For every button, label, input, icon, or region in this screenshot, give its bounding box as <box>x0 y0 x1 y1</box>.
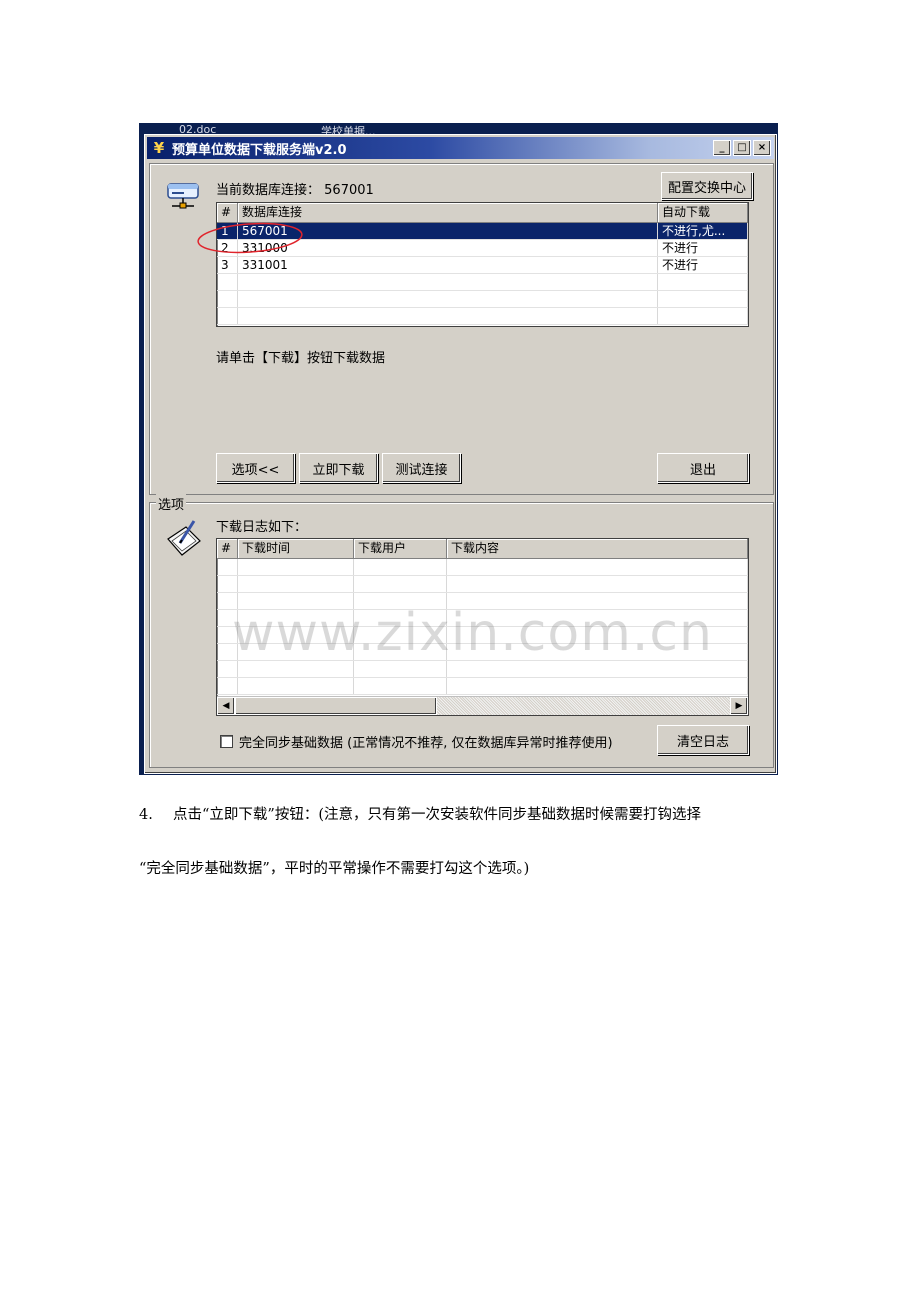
pen-paper-icon <box>167 520 201 556</box>
instruction-paragraph-1: 4. 点击“立即下载”按钮：(注意，只有第一次安装软件同步基础数据时候需要打钩选择 <box>139 803 701 824</box>
config-exchange-center-button[interactable]: 配置交换中心 <box>661 172 753 200</box>
scrollbar-track[interactable] <box>437 697 730 715</box>
database-icon <box>167 183 199 209</box>
screenshot-frame: 02.doc 学校单据... ¥ 预算单位数据下载服务端v2.0 _ □ × 当… <box>139 123 778 775</box>
row-auto-download: 不进行 <box>658 257 748 273</box>
empty-row <box>217 576 748 593</box>
empty-row <box>217 308 748 325</box>
column-header-download-user: 下载用户 <box>354 539 447 558</box>
options-button[interactable]: 选项<< <box>216 453 295 483</box>
app-icon: ¥ <box>153 139 165 157</box>
empty-row <box>217 593 748 610</box>
db-connection-table[interactable]: # 数据库连接 自动下载 1 567001 不进行,尤... 2 331000 … <box>216 202 749 327</box>
download-log-table[interactable]: # 下载时间 下载用户 下载内容 ◀ ▶ <box>216 538 749 716</box>
arrow-right-icon[interactable]: ▶ <box>730 697 748 715</box>
table-row[interactable]: 3 331001 不进行 <box>217 257 748 274</box>
db-table-header: # 数据库连接 自动下载 <box>217 203 748 223</box>
download-now-button[interactable]: 立即下载 <box>299 453 378 483</box>
row-connection: 567001 <box>238 223 658 239</box>
connection-panel: 当前数据库连接： 567001 配置交换中心 # 数据库连接 自动下载 1 56… <box>149 163 774 495</box>
options-group-title: 选项 <box>156 494 187 513</box>
horizontal-scrollbar[interactable]: ◀ ▶ <box>217 696 748 715</box>
current-connection-value: 567001 <box>324 183 374 198</box>
maximize-icon[interactable]: □ <box>733 140 751 156</box>
column-header-download-time: 下载时间 <box>238 539 354 558</box>
step-number: 4. <box>139 807 153 823</box>
exit-button[interactable]: 退出 <box>657 453 749 483</box>
column-header-num: # <box>217 203 238 222</box>
table-row[interactable]: 2 331000 不进行 <box>217 240 748 257</box>
row-connection: 331001 <box>238 257 658 273</box>
close-icon[interactable]: × <box>753 140 771 156</box>
table-row[interactable]: 1 567001 不进行,尤... <box>217 223 748 240</box>
row-auto-download: 不进行 <box>658 240 748 256</box>
row-number: 1 <box>217 223 238 239</box>
options-group: 选项 下载日志如下： # 下载时间 下载用户 下载内容 ◀ ▶ 完全同步基础数据… <box>149 494 774 768</box>
column-header-auto-download: 自动下载 <box>658 203 748 222</box>
log-table-header: # 下载时间 下载用户 下载内容 <box>217 539 748 559</box>
arrow-left-icon[interactable]: ◀ <box>217 697 235 715</box>
empty-row <box>217 291 748 308</box>
full-sync-option[interactable]: 完全同步基础数据 (正常情况不推荐, 仅在数据库异常时推荐使用) <box>220 732 613 751</box>
scrollbar-thumb[interactable] <box>235 697 437 715</box>
window-title: 预算单位数据下载服务端v2.0 <box>172 142 347 158</box>
instruction-text-1: 点击“立即下载”按钮：(注意，只有第一次安装软件同步基础数据时候需要打钩选择 <box>173 807 701 823</box>
title-bar[interactable]: ¥ 预算单位数据下载服务端v2.0 _ □ × <box>147 137 774 159</box>
empty-row <box>217 678 748 695</box>
clear-log-button[interactable]: 清空日志 <box>657 725 749 755</box>
app-window: ¥ 预算单位数据下载服务端v2.0 _ □ × 当前数据库连接： 567001 … <box>144 134 777 774</box>
window-controls: _ □ × <box>713 140 771 156</box>
download-hint: 请单击【下载】按钮下载数据 <box>216 351 386 366</box>
empty-row <box>217 644 748 661</box>
row-number: 2 <box>217 240 238 256</box>
row-connection: 331000 <box>238 240 658 256</box>
empty-row <box>217 559 748 576</box>
row-auto-download: 不进行,尤... <box>658 223 748 239</box>
column-header-num: # <box>217 539 238 558</box>
full-sync-label: 完全同步基础数据 (正常情况不推荐, 仅在数据库异常时推荐使用) <box>239 736 613 751</box>
test-connection-button[interactable]: 测试连接 <box>382 453 461 483</box>
column-header-download-content: 下载内容 <box>447 539 748 558</box>
empty-row <box>217 627 748 644</box>
empty-row <box>217 661 748 678</box>
full-sync-checkbox[interactable] <box>220 735 233 748</box>
current-connection: 当前数据库连接： 567001 <box>216 179 374 198</box>
empty-row <box>217 610 748 627</box>
instruction-paragraph-2: “完全同步基础数据”，平时的平常操作不需要打勾这个选项。) <box>139 861 530 877</box>
minimize-icon[interactable]: _ <box>713 140 731 156</box>
row-number: 3 <box>217 257 238 273</box>
column-header-connection: 数据库连接 <box>238 203 658 222</box>
download-log-label: 下载日志如下： <box>216 520 308 535</box>
empty-row <box>217 274 748 291</box>
current-connection-label: 当前数据库连接： <box>216 183 321 198</box>
